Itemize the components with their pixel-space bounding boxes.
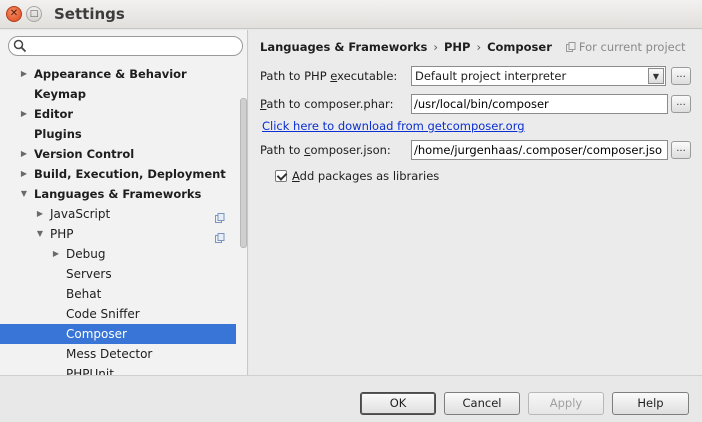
breadcrumb-separator: ›	[476, 40, 482, 54]
composer-phar-label-part: ath to composer.phar:	[266, 97, 394, 111]
tree-item-build-execution-deployment[interactable]: ▶ Build, Execution, Deployment	[0, 164, 236, 184]
php-executable-select[interactable]: Default project interpreter ▼	[411, 66, 666, 86]
add-packages-label: dd packages as libraries	[299, 169, 440, 183]
tree-item-label: Appearance & Behavior	[34, 67, 187, 81]
settings-tree: ▶ Appearance & Behavior Keymap ▶ Editor Plugi…	[0, 64, 236, 375]
composer-json-browse-button[interactable]: ...	[671, 141, 691, 159]
tree-item-appearance-behavior[interactable]: ▶ Appearance & Behavior	[0, 64, 236, 84]
maximize-icon: □	[29, 8, 39, 19]
add-packages-mnemonic: A	[292, 169, 300, 183]
tree-item-label: Composer	[66, 327, 127, 341]
collapsed-arrow-icon[interactable]: ▶	[50, 244, 62, 264]
breadcrumb-item-languages: Languages & Frameworks	[260, 40, 428, 54]
close-window-button[interactable]: ✕	[6, 6, 22, 22]
collapsed-arrow-icon[interactable]: ▶	[18, 144, 30, 164]
collapsed-arrow-icon[interactable]: ▶	[18, 164, 30, 184]
php-executable-label: Path to PHP executable:	[260, 69, 397, 83]
settings-navigation-panel: ▶ Appearance & Behavior Keymap ▶ Editor Plugi…	[0, 30, 248, 375]
tree-item-php[interactable]: ▼ PHP	[0, 224, 236, 244]
add-packages-option[interactable]: Add packages as libraries	[275, 169, 439, 183]
php-executable-browse-button[interactable]: ...	[671, 67, 691, 85]
tree-item-javascript[interactable]: ▶ JavaScript	[0, 204, 236, 224]
composer-phar-field[interactable]	[411, 94, 668, 114]
collapsed-arrow-icon[interactable]: ▶	[18, 104, 30, 124]
expanded-arrow-icon[interactable]: ▼	[34, 224, 46, 244]
add-packages-checkbox[interactable]	[275, 170, 287, 182]
collapsed-arrow-icon[interactable]: ▶	[18, 64, 30, 84]
composer-settings-panel: Languages & Frameworks › PHP › Composer For …	[249, 30, 702, 375]
project-scope-label: For current project	[578, 40, 686, 54]
tree-item-code-sniffer[interactable]: Code Sniffer	[0, 304, 236, 324]
tree-item-phpunit[interactable]: PHPUnit	[0, 364, 236, 375]
tree-item-label: Version Control	[34, 147, 135, 161]
tree-item-label: Keymap	[34, 87, 86, 101]
php-executable-label-part: xecutable:	[337, 69, 398, 83]
tree-item-languages-frameworks[interactable]: ▼ Languages & Frameworks	[0, 184, 236, 204]
tree-item-editor[interactable]: ▶ Editor	[0, 104, 236, 124]
tree-item-servers[interactable]: Servers	[0, 264, 236, 284]
download-composer-link[interactable]: Click here to download from getcomposer.…	[262, 119, 525, 133]
tree-item-label: PHP	[50, 227, 74, 241]
collapsed-arrow-icon[interactable]: ▶	[34, 204, 46, 224]
ok-button[interactable]: OK	[360, 392, 436, 415]
tree-item-version-control[interactable]: ▶ Version Control	[0, 144, 236, 164]
tree-item-label: Code Sniffer	[66, 307, 140, 321]
tree-scrollbar-thumb[interactable]	[240, 98, 247, 248]
expanded-arrow-icon[interactable]: ▼	[18, 184, 30, 204]
composer-json-input[interactable]	[412, 141, 665, 159]
tree-item-behat[interactable]: Behat	[0, 284, 236, 304]
composer-json-label: Path to composer.json:	[260, 143, 391, 157]
tree-item-label: Behat	[66, 287, 102, 301]
search-box[interactable]	[8, 36, 243, 56]
apply-button[interactable]: Apply	[528, 392, 604, 415]
dialog-button-bar: OK Cancel Apply Help	[0, 375, 702, 422]
tree-item-debug[interactable]: ▶ Debug	[0, 244, 236, 264]
tree-item-plugins[interactable]: Plugins	[0, 124, 236, 144]
tree-item-label: Debug	[66, 247, 106, 261]
tree-item-label: Servers	[66, 267, 112, 281]
composer-json-label-part: Path to	[260, 143, 305, 157]
search-input[interactable]	[29, 38, 234, 54]
title-bar: ✕ □ Settings	[0, 0, 702, 29]
tree-item-composer[interactable]: Composer	[0, 324, 236, 344]
maximize-window-button[interactable]: □	[26, 6, 42, 22]
breadcrumb: Languages & Frameworks › PHP › Composer For …	[260, 40, 686, 55]
breadcrumb-item-php: PHP	[444, 40, 471, 54]
tree-item-label: Editor	[34, 107, 74, 121]
tree-scrollbar[interactable]	[238, 64, 247, 374]
tree-item-label: Languages & Frameworks	[34, 187, 202, 201]
chevron-down-icon[interactable]: ▼	[648, 68, 664, 84]
tree-item-mess-detector[interactable]: Mess Detector	[0, 344, 236, 364]
close-icon: ✕	[9, 8, 19, 19]
composer-phar-label: Path to composer.phar:	[260, 97, 393, 111]
tree-item-label: PHPUnit	[66, 367, 114, 375]
composer-json-field[interactable]	[411, 140, 668, 160]
composer-phar-browse-button[interactable]: ...	[671, 95, 691, 113]
php-executable-value: Default project interpreter	[415, 69, 567, 83]
search-icon	[13, 39, 27, 53]
tree-item-keymap[interactable]: Keymap	[0, 84, 236, 104]
tree-item-label: Mess Detector	[66, 347, 153, 361]
breadcrumb-item-composer: Composer	[487, 40, 552, 54]
breadcrumb-separator: ›	[433, 40, 438, 54]
composer-json-label-part: omposer.json:	[310, 143, 391, 157]
composer-phar-input[interactable]	[412, 95, 665, 113]
tree-item-label: JavaScript	[50, 207, 111, 221]
tree-item-label: Build, Execution, Deployment	[34, 167, 226, 181]
tree-item-label: Plugins	[34, 127, 82, 141]
project-scope-note: For current project	[565, 40, 686, 55]
help-button[interactable]: Help	[612, 392, 689, 415]
php-executable-label-part: Path to PHP	[260, 69, 331, 83]
window-title: Settings	[54, 5, 125, 23]
project-scope-icon	[565, 41, 576, 55]
cancel-button[interactable]: Cancel	[444, 392, 520, 415]
